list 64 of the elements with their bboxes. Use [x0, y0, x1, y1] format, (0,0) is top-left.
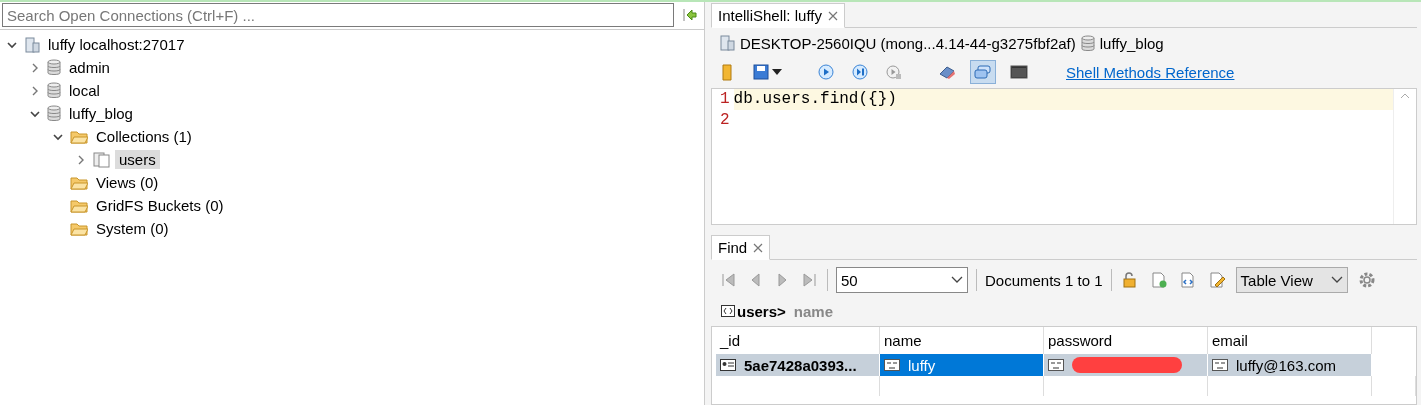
line-number: 1 — [720, 89, 730, 110]
shell-methods-link[interactable]: Shell Methods Reference — [1066, 63, 1235, 81]
close-icon[interactable] — [827, 10, 838, 21]
tree-item[interactable]: local — [65, 81, 104, 100]
settings-icon — [1357, 271, 1376, 289]
play-icon — [818, 64, 834, 80]
search-field[interactable]: Search Open Connections (Ctrl+F) ... — [2, 3, 674, 27]
caret-down-icon — [772, 69, 782, 75]
stacked-layers-icon — [974, 65, 992, 79]
tree-item[interactable]: luffy_blog — [65, 104, 137, 123]
edit-document-icon — [1208, 271, 1226, 289]
column-header[interactable]: name — [884, 332, 922, 349]
server-icon — [24, 36, 40, 53]
terminal-icon — [1010, 65, 1028, 79]
column-header[interactable]: _id — [720, 332, 741, 349]
save-icon — [753, 64, 769, 80]
tree-item[interactable]: users — [115, 150, 160, 169]
play-step-icon — [852, 64, 868, 80]
chevron-down-icon — [1330, 276, 1343, 284]
server-icon — [719, 35, 735, 51]
database-icon — [47, 82, 61, 99]
database-icon — [47, 59, 61, 76]
play-page-icon — [886, 64, 902, 80]
tab[interactable]: Find — [711, 235, 771, 260]
breadcrumb-collection[interactable]: users> — [737, 302, 786, 320]
documents-icon — [93, 151, 111, 168]
document-range: Documents 1 to 1 — [985, 271, 1103, 289]
table-cell[interactable] — [1043, 354, 1208, 376]
connection-name: DESKTOP-2560IQU (mong...4.14-44-g3275fbf2af) — [740, 34, 1076, 52]
database-name: luffy_blog — [1099, 34, 1164, 52]
database-icon — [47, 105, 61, 122]
code-document-icon — [1179, 271, 1197, 289]
page-size-dropdown[interactable]: 50 — [836, 267, 968, 293]
last-page-icon — [802, 272, 817, 288]
column-header[interactable]: password — [1048, 332, 1113, 349]
lock-icon — [1121, 271, 1139, 289]
line-number: 2 — [720, 110, 730, 131]
eraser-icon — [938, 65, 956, 79]
tree-item[interactable]: System (0) — [92, 219, 173, 238]
close-icon[interactable] — [753, 242, 764, 253]
column-header[interactable]: email — [1212, 332, 1248, 349]
chevron-down-icon — [951, 276, 963, 284]
arrow-left-icon — [683, 8, 697, 22]
document-icon — [721, 305, 735, 317]
string-icon — [884, 359, 900, 371]
view-dropdown[interactable]: Table View — [1235, 267, 1348, 293]
string-icon — [1048, 359, 1064, 371]
string-icon — [1212, 359, 1228, 371]
first-page-button[interactable] — [719, 270, 738, 290]
database-icon — [1080, 34, 1095, 52]
table-cell[interactable]: luffy — [879, 354, 1044, 376]
table-cell[interactable]: 5ae7428a0393... — [716, 354, 880, 376]
tree-item[interactable]: Collections (1) — [92, 127, 196, 146]
table-cell[interactable]: luffy@163.com — [1207, 354, 1372, 376]
tree-item[interactable]: luffy localhost:27017 — [44, 35, 189, 54]
first-page-icon — [721, 272, 736, 288]
id-card-icon — [720, 359, 736, 371]
add-document-icon — [1150, 271, 1168, 289]
last-page-button[interactable] — [800, 270, 819, 290]
tree-item[interactable]: GridFS Buckets (0) — [92, 196, 228, 215]
tab[interactable]: IntelliShell: luffy — [711, 3, 845, 28]
scroll-up-icon — [1400, 93, 1410, 99]
tree-item[interactable]: admin — [65, 58, 114, 77]
tree-item[interactable]: Views (0) — [92, 173, 163, 192]
